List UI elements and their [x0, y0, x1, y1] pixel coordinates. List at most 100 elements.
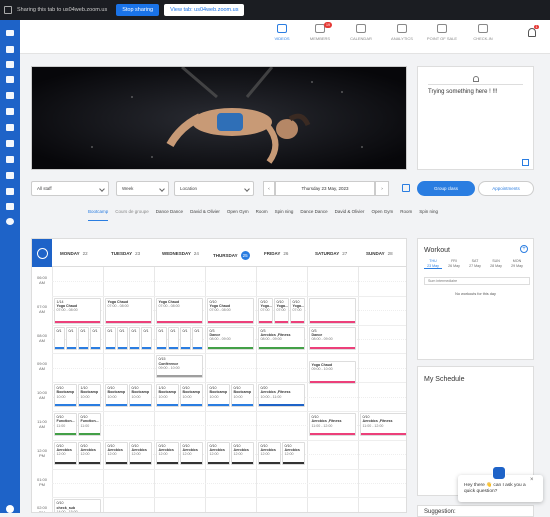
- class-event[interactable]: 0/10 Aerobics 12:00: [128, 441, 152, 465]
- day-header[interactable]: SUNDAY 28: [366, 251, 393, 256]
- class-event[interactable]: 0/10 Function... 11:00: [77, 413, 101, 437]
- calendar-icon[interactable]: [6, 156, 14, 163]
- megaphone-icon[interactable]: [6, 203, 14, 210]
- day-header[interactable]: WEDNESDAY 24: [162, 251, 199, 256]
- nav-members[interactable]: 19 MEMBERS: [300, 22, 340, 41]
- filter-icon[interactable]: [402, 184, 410, 192]
- workout-day-tab[interactable]: SUN 28 May: [487, 259, 505, 268]
- class-event[interactable]: 0/10 check_sub 14:00 - 15:00: [53, 499, 101, 512]
- class-event[interactable]: 0/1: [155, 326, 167, 350]
- class-event[interactable]: 0/1: [191, 326, 203, 350]
- class-event[interactable]: 0/10 Aerobics 12:00: [77, 441, 101, 465]
- category-tab[interactable]: Spin ning: [275, 209, 294, 221]
- day-header[interactable]: TUESDAY 23: [111, 251, 140, 256]
- day-header[interactable]: MONDAY 22: [60, 251, 88, 256]
- add-workout-button[interactable]: +: [520, 245, 528, 253]
- date-display[interactable]: Thursday 23 May, 2023: [275, 181, 375, 196]
- class-event[interactable]: 0/1: [179, 326, 191, 350]
- category-tab[interactable]: Bootcamp: [88, 209, 109, 221]
- class-event[interactable]: 0/1: [89, 326, 101, 350]
- class-event[interactable]: 0/1: [53, 326, 65, 350]
- edit-icon[interactable]: [522, 159, 529, 166]
- workout-day-tab[interactable]: SAT 27 May: [466, 259, 484, 268]
- class-event[interactable]: 0/10 Yoga... 07:00: [257, 297, 273, 324]
- class-event[interactable]: 0/10 Aerobics 12:00: [230, 441, 254, 465]
- class-event[interactable]: 0/10 Bootcamp 10:00: [104, 384, 128, 408]
- class-event[interactable]: 0/10 Yoga Chaud 07:00 - 08:00: [206, 297, 254, 324]
- view-select[interactable]: Week: [116, 181, 169, 196]
- notification-bell-icon[interactable]: [528, 28, 536, 37]
- appointments-button[interactable]: Appointments: [478, 181, 534, 196]
- class-event[interactable]: 0/10 Aerobics 12:00: [104, 441, 128, 465]
- category-tab[interactable]: Spin ning: [419, 209, 438, 221]
- location-select[interactable]: Location: [174, 181, 254, 196]
- nav-check-in[interactable]: CHECK-IN: [463, 24, 503, 41]
- class-event[interactable]: 0/10 Function... 11:00: [53, 413, 77, 437]
- workout-program-select[interactable]: Sum intermediaire: [424, 277, 530, 285]
- card-icon[interactable]: [6, 76, 14, 83]
- day-header[interactable]: FRIDAY 26: [264, 251, 288, 256]
- class-event[interactable]: Yoga Chaud 07:00 - 08:00: [104, 297, 152, 324]
- class-event[interactable]: 0/10 Bootcamp 10:00: [230, 384, 254, 408]
- category-tab[interactable]: Cours de groupe: [115, 209, 149, 221]
- class-event[interactable]: 0/1: [77, 326, 89, 350]
- workout-day-tab[interactable]: THU 23 May: [424, 259, 442, 269]
- class-event[interactable]: 0/10 Aerobics ,Fitness 11:00 - 12:00: [359, 413, 406, 437]
- nav-point-of-sale[interactable]: POINT OF SALE: [422, 24, 462, 41]
- workout-day-tab[interactable]: MON 29 May: [508, 259, 526, 268]
- class-event[interactable]: 0/1: [104, 326, 116, 350]
- class-event[interactable]: 0/10 Aerobics 12:00: [206, 441, 230, 465]
- settings-icon[interactable]: [6, 505, 14, 513]
- category-tab[interactable]: Dance Dance: [300, 209, 327, 221]
- previous-week-button[interactable]: ‹: [263, 181, 275, 196]
- class-event[interactable]: 0/10 Bootcamp 10:00: [53, 384, 77, 408]
- class-event[interactable]: 0/1: [128, 326, 140, 350]
- class-event[interactable]: 0/3 Aerobics ,Fitness 08:00 - 09:00: [257, 326, 305, 350]
- class-event[interactable]: 0/1: [116, 326, 128, 350]
- nav-analytics[interactable]: ANALYTICS: [382, 24, 422, 41]
- class-event[interactable]: 0/10 Aerobics 12:00: [155, 441, 179, 465]
- class-event[interactable]: 0/3 Dance 08:00 - 09:00: [308, 326, 356, 350]
- nav-calendar[interactable]: CALENDAR: [341, 24, 381, 41]
- menu-icon[interactable]: [6, 30, 14, 36]
- user-icon[interactable]: [6, 46, 14, 53]
- group-icon[interactable]: [6, 140, 14, 147]
- class-event[interactable]: 0/15 Conférence 09:00 - 10:00: [155, 355, 203, 379]
- class-event[interactable]: 0/10 Yoga... 07:00: [289, 297, 305, 324]
- category-tab[interactable]: Open Gym: [371, 209, 393, 221]
- user-icon[interactable]: [6, 92, 14, 99]
- class-event[interactable]: 1/10 Bootcamp 10:00: [77, 384, 101, 408]
- group-class-button[interactable]: Group class: [417, 181, 475, 196]
- category-tab[interactable]: David & Olivier: [335, 209, 365, 221]
- clipboard-icon[interactable]: [6, 124, 14, 131]
- chat-logo-icon[interactable]: [492, 466, 506, 480]
- class-event[interactable]: 0/10 Aerobics 12:00: [257, 441, 281, 465]
- class-event[interactable]: 1/10 Bootcamp 10:00: [155, 384, 179, 408]
- class-event[interactable]: 0/3 Dance 08:00 - 09:00: [206, 326, 254, 350]
- category-tab[interactable]: Open Gym: [227, 209, 249, 221]
- staff-select[interactable]: All staff: [31, 181, 109, 196]
- workout-day-tab[interactable]: FRI 26 May: [445, 259, 463, 268]
- class-event[interactable]: Yoga Chaud 09:00 - 10:00: [308, 361, 356, 385]
- class-event[interactable]: 0/1: [65, 326, 77, 350]
- category-tab[interactable]: David & Olivier: [190, 209, 220, 221]
- close-chat-icon[interactable]: ×: [530, 477, 534, 483]
- day-header[interactable]: THURSDAY 25: [213, 251, 250, 260]
- chat-icon[interactable]: [6, 218, 14, 225]
- nav-videos[interactable]: VIDEOS: [262, 24, 302, 41]
- class-event[interactable]: 1/14 Yoga Chaud 07:00 - 08:00: [53, 297, 101, 324]
- class-event[interactable]: 0/10 Aerobics ,Fitness 11:00 - 12:00: [308, 413, 356, 437]
- class-event[interactable]: 0/10 Bootcamp 10:00: [206, 384, 230, 408]
- day-header[interactable]: SATURDAY 27: [315, 251, 347, 256]
- class-event[interactable]: 0/20 Aerobics ,Fitness 10:00 - 11:00: [257, 384, 305, 408]
- user-icon[interactable]: [6, 61, 14, 68]
- class-event[interactable]: 0/10 Bootcamp 10:00: [128, 384, 152, 408]
- category-tab[interactable]: Room: [256, 209, 268, 221]
- class-event[interactable]: 0/10 Aerobics 12:00: [179, 441, 203, 465]
- view-tab-button[interactable]: View tab: us04web.zoom.us: [164, 4, 245, 16]
- stop-sharing-button[interactable]: Stop sharing: [116, 4, 160, 16]
- class-event[interactable]: 0/10 Aerobics 12:00: [53, 441, 77, 465]
- class-event[interactable]: 0/1: [140, 326, 152, 350]
- next-week-button[interactable]: ›: [375, 181, 389, 196]
- gift-icon[interactable]: [6, 188, 14, 195]
